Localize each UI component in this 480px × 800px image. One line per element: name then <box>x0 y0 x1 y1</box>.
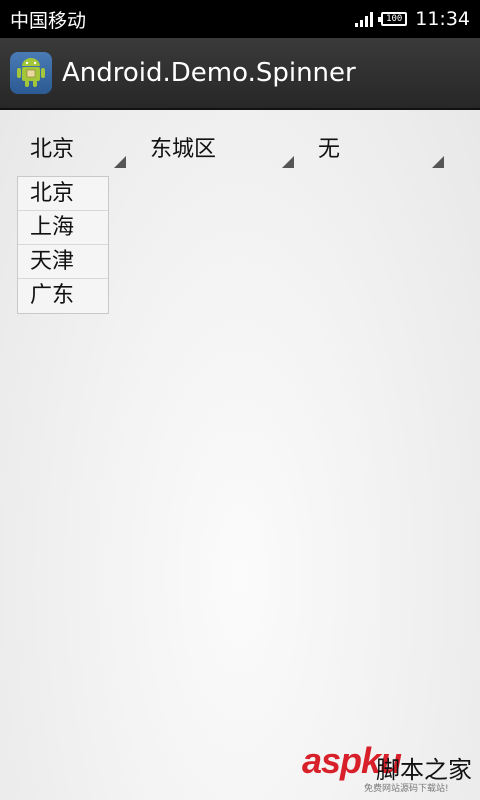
dropdown-arrow-icon <box>432 156 444 168</box>
watermark-side-text: 脚本之家 <box>376 756 472 784</box>
app-title: Android.Demo.Spinner <box>62 58 356 88</box>
watermark-subtitle: 免费网站源码下载站! <box>364 784 449 794</box>
battery-level: 100 <box>386 14 403 24</box>
dropdown-item-shanghai[interactable]: 上海 <box>18 211 108 245</box>
spinner-row: 北京 东城区 无 <box>0 122 480 172</box>
dropdown-arrow-icon <box>114 156 126 168</box>
status-indicators: 100 11:34 <box>355 8 470 30</box>
clock: 11:34 <box>415 8 470 30</box>
dropdown-item-tianjin[interactable]: 天津 <box>18 245 108 279</box>
action-bar: Android.Demo.Spinner <box>0 38 480 110</box>
dropdown-item-guangdong[interactable]: 广东 <box>18 279 108 313</box>
signal-icon <box>355 11 374 27</box>
province-dropdown-list: 北京 上海 天津 广东 <box>17 176 109 314</box>
province-spinner[interactable]: 北京 <box>30 122 126 172</box>
extra-selected: 无 <box>318 137 341 162</box>
android-icon <box>10 52 52 94</box>
watermark-logo: aspku 脚本之家 免费网站源码下载站! <box>302 740 472 796</box>
district-selected: 东城区 <box>150 137 217 162</box>
carrier-label: 中国移动 <box>10 9 87 32</box>
battery-icon: 100 <box>378 12 408 26</box>
extra-spinner[interactable]: 无 <box>318 122 444 172</box>
status-bar: 中国移动 100 11:34 <box>0 0 480 38</box>
district-spinner[interactable]: 东城区 <box>150 122 294 172</box>
dropdown-item-beijing[interactable]: 北京 <box>18 177 108 211</box>
province-selected: 北京 <box>30 137 75 162</box>
dropdown-arrow-icon <box>282 156 294 168</box>
